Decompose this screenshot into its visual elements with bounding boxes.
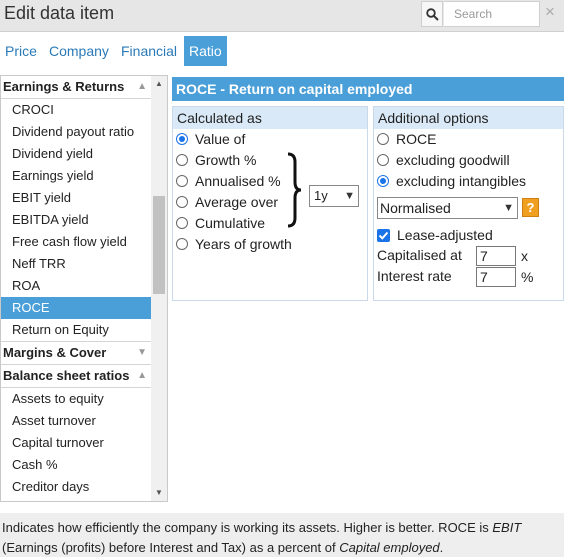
ratio-list-items: Earnings & Returns ▲ CROCI Dividend payo…: [1, 76, 151, 498]
radio-label: Years of growth: [195, 236, 292, 252]
group-label: Earnings & Returns: [3, 79, 125, 94]
lease-adjusted-label: Lease-adjusted: [397, 227, 493, 243]
radio-average-over[interactable]: Average over: [176, 192, 278, 213]
window-title: Edit data item: [4, 3, 115, 23]
radio-label: excluding intangibles: [396, 173, 526, 189]
list-item-neff-trr[interactable]: Neff TRR: [1, 253, 151, 275]
ratio-list: Earnings & Returns ▲ CROCI Dividend payo…: [0, 75, 168, 502]
radio-icon: [176, 154, 188, 166]
description-part: Indicates how efficiently the company is…: [2, 520, 493, 535]
lease-adjusted-checkbox[interactable]: [377, 229, 390, 242]
list-item-dividend-yield[interactable]: Dividend yield: [1, 143, 151, 165]
list-item-cash-pct[interactable]: Cash %: [1, 454, 151, 476]
list-item-dividend-payout-ratio[interactable]: Dividend payout ratio: [1, 121, 151, 143]
list-item-roce[interactable]: ROCE: [1, 297, 151, 319]
interest-rate-input[interactable]: 7: [476, 267, 516, 287]
list-item-free-cash-flow-yield[interactable]: Free cash flow yield: [1, 231, 151, 253]
radio-label: Value of: [195, 131, 246, 147]
radio-growth[interactable]: Growth %: [176, 150, 256, 171]
scroll-down-icon[interactable]: ▼: [151, 485, 167, 501]
sidebar-scrollbar[interactable]: ▲ ▼: [151, 76, 167, 501]
description-part: (Earnings (profits) before Interest and …: [2, 540, 340, 555]
radio-value-of[interactable]: Value of: [176, 129, 245, 150]
period-select[interactable]: 1y ▼: [309, 185, 359, 207]
radio-years-of-growth[interactable]: Years of growth: [176, 234, 292, 255]
list-item-capital-turnover[interactable]: Capital turnover: [1, 432, 151, 454]
group-earnings-returns[interactable]: Earnings & Returns ▲: [1, 76, 151, 99]
title-bar: Edit data item ×: [0, 0, 564, 32]
list-item-earnings-yield[interactable]: Earnings yield: [1, 165, 151, 187]
calculated-as-heading: Calculated as: [173, 107, 367, 129]
radio-excluding-intangibles[interactable]: excluding intangibles: [377, 171, 526, 192]
radio-roce[interactable]: ROCE: [377, 129, 436, 150]
basis-value: Normalised: [380, 200, 451, 216]
period-value: 1y: [314, 188, 328, 203]
collapse-arrow-icon: ▲: [137, 370, 147, 381]
tab-company[interactable]: Company: [49, 36, 109, 66]
chevron-down-icon: ▼: [344, 190, 355, 202]
checkmark-icon: [378, 231, 389, 240]
radio-icon: [176, 175, 188, 187]
tab-price[interactable]: Price: [5, 36, 37, 66]
list-item-ebitda-yield[interactable]: EBITDA yield: [1, 209, 151, 231]
list-item-asset-turnover[interactable]: Asset turnover: [1, 410, 151, 432]
radio-label: Cumulative: [195, 215, 266, 231]
capitalised-label: Capitalised at: [377, 247, 462, 263]
scroll-thumb[interactable]: [153, 196, 165, 294]
additional-options-heading: Additional options: [374, 107, 563, 129]
close-icon[interactable]: ×: [545, 2, 555, 22]
radio-excluding-goodwill[interactable]: excluding goodwill: [377, 150, 510, 171]
tab-financial[interactable]: Financial: [121, 36, 177, 66]
radio-label: Average over: [195, 194, 279, 210]
chevron-down-icon: ▼: [503, 202, 514, 214]
interest-rate-unit: %: [521, 269, 534, 285]
radio-icon: [176, 196, 188, 208]
description-emphasis: EBIT: [492, 520, 522, 535]
list-item-croci[interactable]: CROCI: [1, 99, 151, 121]
list-item-assets-to-equity[interactable]: Assets to equity: [1, 388, 151, 410]
expand-arrow-icon: ▼: [137, 347, 147, 358]
brace-icon: [287, 152, 302, 228]
group-label: Balance sheet ratios: [3, 368, 130, 383]
radio-label: excluding goodwill: [396, 152, 510, 168]
collapse-arrow-icon: ▲: [137, 81, 147, 92]
radio-icon: [176, 217, 188, 229]
interest-rate-label: Interest rate: [377, 268, 452, 284]
radio-selected-icon: [176, 133, 188, 145]
radio-label: Annualised %: [195, 173, 281, 189]
radio-label: ROCE: [396, 131, 437, 147]
radio-icon: [176, 238, 188, 250]
radio-icon: [377, 133, 389, 145]
basis-select[interactable]: Normalised ▼: [377, 197, 518, 219]
radio-selected-icon: [377, 175, 389, 187]
radio-icon: [377, 154, 389, 166]
group-balance-sheet-ratios[interactable]: Balance sheet ratios ▲: [1, 365, 151, 388]
search-icon: [426, 8, 439, 21]
list-item-return-on-equity[interactable]: Return on Equity: [1, 319, 151, 341]
scroll-up-icon[interactable]: ▲: [151, 76, 167, 92]
search-input[interactable]: [444, 1, 540, 27]
help-button[interactable]: ?: [522, 198, 539, 217]
list-item-creditor-days[interactable]: Creditor days: [1, 476, 151, 498]
group-label: Margins & Cover: [3, 345, 107, 360]
search-button[interactable]: [421, 1, 443, 27]
tab-ratio[interactable]: Ratio: [184, 36, 227, 66]
capitalised-input[interactable]: 7: [476, 246, 516, 266]
radio-annualised[interactable]: Annualised %: [176, 171, 281, 192]
radio-cumulative[interactable]: Cumulative: [176, 213, 265, 234]
description-text: Indicates how efficiently the company is…: [0, 513, 564, 557]
group-margins-cover[interactable]: Margins & Cover ▼: [1, 341, 151, 365]
description-part: .: [439, 540, 444, 555]
description-emphasis: Capital employed: [339, 540, 440, 555]
capitalised-unit: x: [521, 248, 528, 264]
radio-label: Growth %: [195, 152, 257, 168]
list-item-ebit-yield[interactable]: EBIT yield: [1, 187, 151, 209]
list-item-roa[interactable]: ROA: [1, 275, 151, 297]
item-title: ROCE - Return on capital employed: [172, 77, 564, 101]
